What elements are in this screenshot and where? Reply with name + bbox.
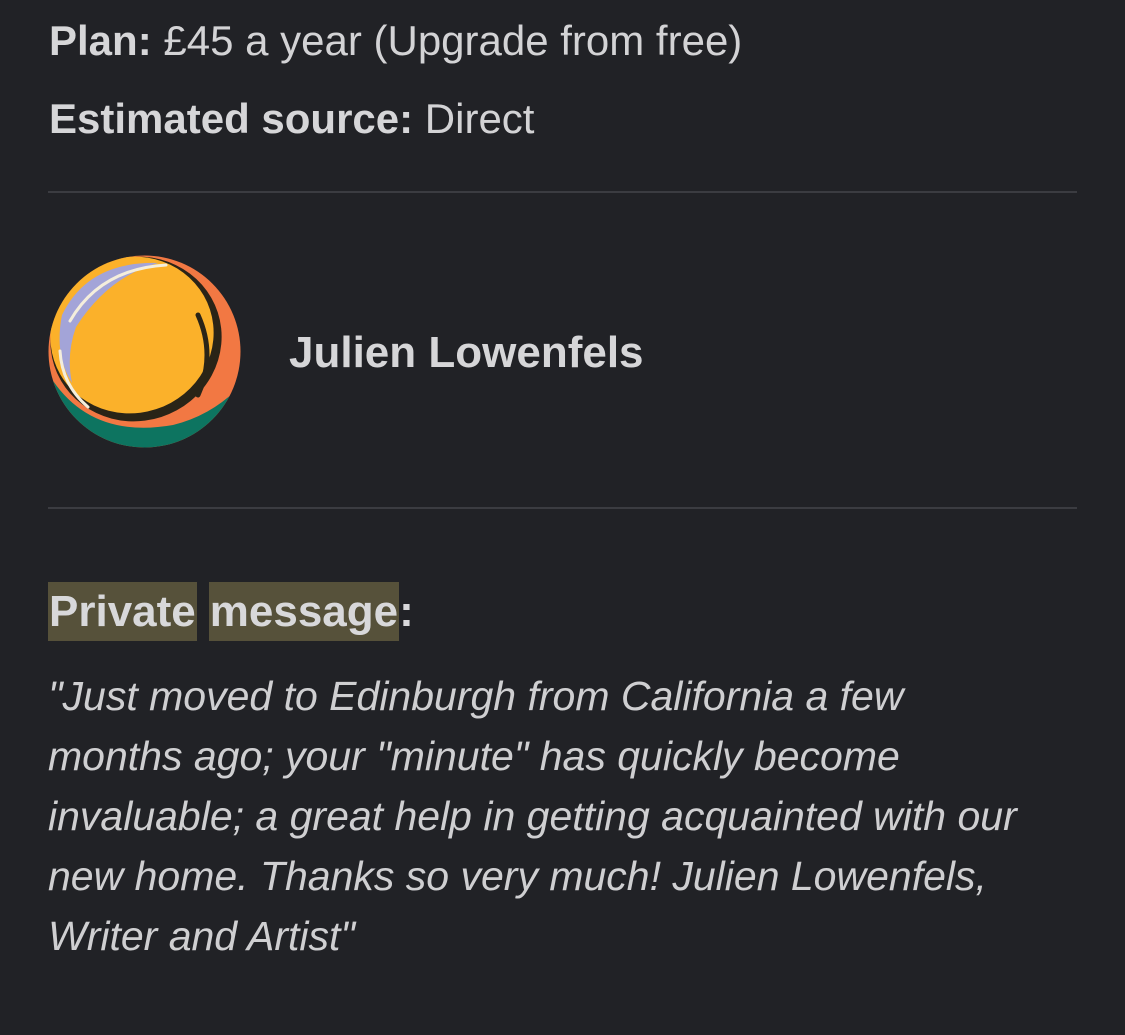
avatar[interactable] [48, 255, 241, 448]
private-message-body: "Just moved to Edinburgh from California… [48, 673, 1017, 959]
author-name[interactable]: Julien Lowenfels [289, 327, 644, 379]
private-message-heading: Private message: [48, 582, 414, 641]
plan-row: Plan: £45 a year (Upgrade from free) [49, 16, 742, 66]
source-row: Estimated source: Direct [49, 94, 534, 144]
plan-value: £45 a year (Upgrade from free) [163, 17, 743, 64]
source-label: Estimated source: [49, 95, 414, 142]
plan-label: Plan: [49, 17, 152, 64]
abstract-sphere-avatar-icon [48, 255, 241, 448]
divider [48, 191, 1077, 193]
heading-colon: : [399, 587, 414, 636]
highlighted-word: message [208, 582, 400, 641]
divider [48, 507, 1077, 509]
source-value: Direct [424, 95, 535, 142]
highlighted-word: Private [48, 582, 197, 641]
